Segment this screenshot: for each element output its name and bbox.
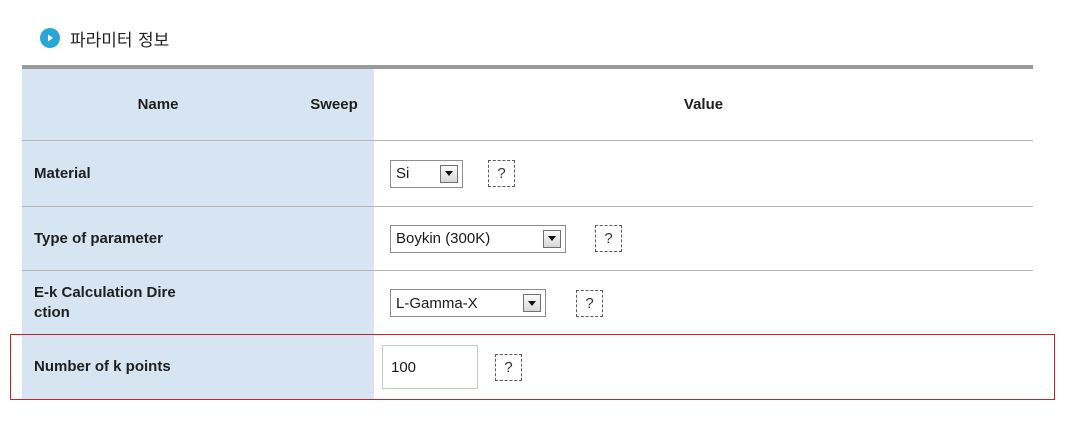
table-row-ek-direction: E-k Calculation Dire ction L-Gamma-X ?: [22, 271, 1033, 335]
param-name-ek-direction: E-k Calculation Dire ction: [22, 271, 294, 335]
value-cell: Boykin (300K) ?: [374, 207, 1033, 270]
play-circle-icon: [40, 28, 60, 48]
header-sweep: Sweep: [294, 69, 374, 140]
parameter-page: 파라미터 정보 Name Sweep Value Material Si ? T…: [0, 0, 1068, 431]
header-value: Value: [374, 69, 1033, 140]
param-name-material: Material: [22, 141, 294, 206]
ek-direction-select-value: L-Gamma-X: [396, 294, 478, 312]
chevron-down-icon: [548, 236, 556, 241]
parameter-table: Name Sweep Value Material Si ? Type of p…: [22, 65, 1033, 399]
section-header: 파라미터 정보: [40, 23, 169, 53]
help-button-type-of-parameter[interactable]: ?: [595, 225, 622, 252]
value-cell: Si ?: [374, 141, 1033, 206]
dropdown-arrow-icon[interactable]: [523, 294, 541, 312]
table-row-material: Material Si ?: [22, 141, 1033, 207]
value-cell: 100 ?: [374, 335, 1033, 399]
table-row-type-of-parameter: Type of parameter Boykin (300K) ?: [22, 207, 1033, 271]
table-row-number-of-k-points: Number of k points 100 ?: [22, 335, 1033, 399]
param-name-number-of-k-points: Number of k points: [22, 335, 294, 399]
table-header-row: Name Sweep Value: [22, 69, 1033, 141]
type-of-parameter-select-value: Boykin (300K): [396, 230, 491, 247]
help-button-ek-direction[interactable]: ?: [576, 289, 603, 317]
param-name-type-of-parameter: Type of parameter: [22, 207, 294, 270]
param-name-ek-direction-line2: ction: [34, 304, 70, 321]
material-select[interactable]: Si: [390, 159, 463, 188]
sweep-cell: [294, 207, 374, 270]
dropdown-arrow-icon[interactable]: [543, 229, 561, 248]
material-select-value: Si: [396, 165, 410, 182]
dropdown-arrow-icon[interactable]: [440, 164, 458, 183]
chevron-down-icon: [445, 171, 453, 176]
section-title: 파라미터 정보: [70, 30, 170, 51]
type-of-parameter-select[interactable]: Boykin (300K): [390, 224, 566, 253]
chevron-down-icon: [528, 300, 536, 306]
k-points-input[interactable]: 100: [382, 345, 478, 389]
value-cell: L-Gamma-X ?: [374, 271, 1033, 335]
sweep-cell: [294, 335, 374, 399]
help-button-k-points[interactable]: ?: [495, 353, 522, 381]
ek-direction-select[interactable]: L-Gamma-X: [390, 289, 546, 317]
sweep-cell: [294, 141, 374, 206]
param-name-ek-direction-line1: E-k Calculation Dire: [34, 284, 176, 301]
sweep-cell: [294, 271, 374, 335]
header-name: Name: [22, 69, 294, 140]
play-triangle-icon: [48, 34, 53, 42]
help-button-material[interactable]: ?: [488, 160, 515, 187]
